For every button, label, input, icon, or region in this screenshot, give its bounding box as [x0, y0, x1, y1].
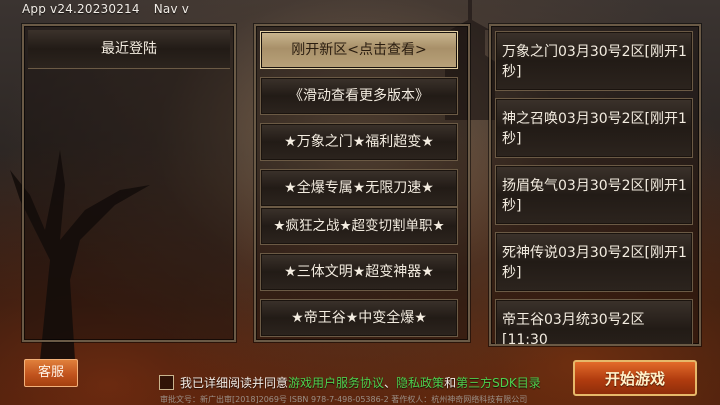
agreement-prefix: 我已详细阅读并同意 — [180, 375, 289, 390]
agreement-separator: 、 — [384, 375, 397, 390]
app-version-label: App v24.20230214 — [22, 2, 140, 16]
server-item[interactable]: 帝王谷03月统30号2区[11:30 开] — [495, 299, 693, 346]
server-list-panel[interactable]: 万象之门03月30号2区[刚开1 秒] 神之召唤03月30号2区[刚开1 秒] … — [489, 24, 701, 346]
server-item[interactable]: 扬眉兔气03月30号2区[刚开1 秒] — [495, 165, 693, 225]
customer-service-button[interactable]: 客服 — [24, 359, 78, 387]
version-tabs-panel[interactable]: 刚开新区<点击查看> 《滑动查看更多版本》 ★万象之门★福利超变★ ★全爆专属★… — [254, 24, 470, 342]
server-name-line2: 秒] — [502, 131, 522, 147]
server-name-line1: 万象之门03月30号2区[刚开1 — [502, 44, 687, 60]
tab-emperor-valley[interactable]: ★帝王谷★中变全爆★ — [260, 299, 458, 337]
tab-three-body[interactable]: ★三体文明★超变神器★ — [260, 253, 458, 291]
user-protocol-link[interactable]: 游戏用户服务协议 — [288, 374, 384, 391]
tab-new-servers[interactable]: 刚开新区<点击查看> — [260, 31, 458, 69]
agreement-checkbox[interactable] — [159, 374, 174, 390]
system-status-bar: App v24.20230214 Nav v — [22, 2, 189, 16]
privacy-policy-link[interactable]: 隐私政策 — [396, 374, 444, 391]
server-name-line1: 死神传说03月30号2区[刚开1 — [502, 245, 687, 261]
server-item[interactable]: 死神传说03月30号2区[刚开1 秒] — [495, 232, 693, 292]
tab-wanxiang-gate[interactable]: ★万象之门★福利超变★ — [260, 123, 458, 161]
server-name-line1: 扬眉兔气03月30号2区[刚开1 — [502, 178, 687, 194]
agreement-row: 我已详细阅读并同意 游戏用户服务协议 、 隐私政策 和 第三方SDK目录 — [159, 372, 541, 392]
nav-label: Nav v — [153, 2, 190, 16]
server-item[interactable]: 神之召唤03月30号2区[刚开1 秒] — [495, 98, 693, 158]
server-name-line1: 神之召唤03月30号2区[刚开1 — [502, 111, 687, 127]
start-game-button[interactable]: 开始游戏 — [573, 360, 697, 396]
tab-crazy-battle[interactable]: ★疯狂之战★超变切割单职★ — [260, 207, 458, 245]
tab-quanbao[interactable]: ★全爆专属★无限刀速★ — [260, 169, 458, 207]
server-item[interactable]: 万象之门03月30号2区[刚开1 秒] — [495, 31, 693, 91]
server-name-line2: 秒] — [502, 64, 522, 80]
recent-login-title: 最近登陆 — [28, 30, 230, 69]
server-name-line2: 秒] — [502, 198, 522, 214]
license-footer: 审批文号：新广出审[2018]2069号 ISBN 978-7-498-0538… — [160, 395, 528, 404]
recent-login-panel: 最近登陆 — [22, 24, 236, 342]
server-name-line2: 秒] — [502, 265, 522, 281]
sdk-list-link[interactable]: 第三方SDK目录 — [456, 374, 541, 391]
tab-more-versions[interactable]: 《滑动查看更多版本》 — [260, 77, 458, 115]
server-name-line1: 帝王谷03月统30号2区[11:30 — [502, 312, 645, 346]
agreement-and: 和 — [444, 375, 457, 390]
